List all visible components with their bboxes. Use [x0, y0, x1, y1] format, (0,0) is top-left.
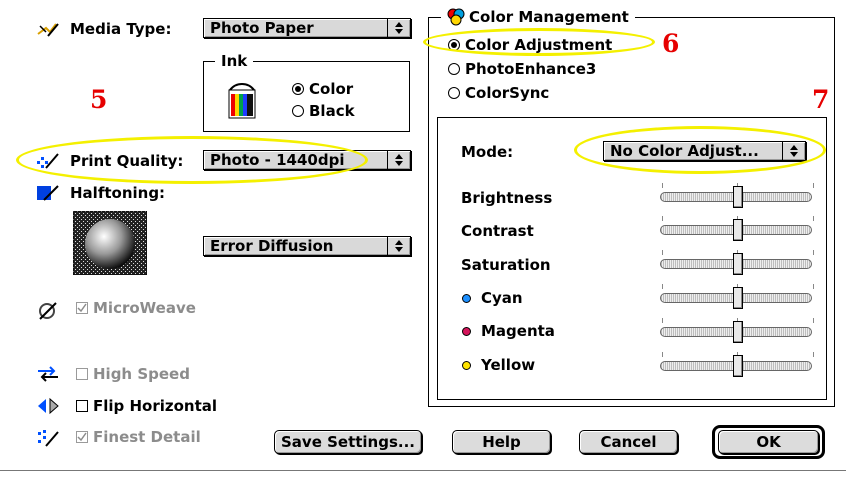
photoenhance3-label[interactable]: PhotoEnhance3	[465, 60, 596, 78]
slider-thumb[interactable]	[733, 321, 743, 343]
magenta-slider[interactable]	[658, 318, 818, 344]
slider-tick	[662, 352, 663, 357]
print-quality-highlight	[16, 136, 368, 184]
slider-tick	[813, 216, 814, 221]
ink-bottle-icon	[228, 83, 256, 119]
ink-color-label[interactable]: Color	[309, 80, 353, 98]
slider-thumb[interactable]	[733, 355, 743, 377]
yellow-label: Yellow	[481, 356, 536, 374]
slider-tick	[662, 250, 663, 255]
microweave-checkbox[interactable]	[76, 302, 88, 314]
colorsync-label[interactable]: ColorSync	[465, 84, 549, 102]
mode-label: Mode:	[461, 143, 514, 161]
slider-tick	[813, 250, 814, 255]
media-type-icon	[37, 23, 59, 37]
finest-detail-label: Finest Detail	[93, 428, 201, 446]
finest-detail-icon	[38, 430, 59, 447]
help-button[interactable]: Help	[452, 430, 551, 454]
flip-horizontal-checkbox[interactable]	[76, 400, 88, 412]
halftoning-popup[interactable]: Error Diffusion	[203, 236, 411, 256]
slider-tick	[662, 318, 663, 323]
halftoning-value: Error Diffusion	[210, 237, 334, 255]
annotation-7: 7	[812, 85, 830, 114]
color-management-icon	[447, 8, 465, 26]
magenta-label: Magenta	[481, 322, 555, 340]
popup-arrows-icon	[387, 19, 410, 37]
ink-black-label[interactable]: Black	[309, 102, 355, 120]
slider-tick	[662, 183, 663, 188]
yellow-dot-icon	[462, 361, 471, 370]
ink-black-radio[interactable]	[292, 105, 304, 117]
contrast-label: Contrast	[461, 222, 534, 240]
popup-arrows-icon	[387, 151, 410, 169]
flip-horizontal-icon	[38, 397, 59, 415]
slider-tick	[813, 284, 814, 289]
high-speed-label: High Speed	[93, 365, 190, 383]
halftoning-label: Halftoning:	[70, 184, 166, 202]
annotation-5: 5	[90, 85, 108, 114]
ok-button[interactable]: OK	[718, 430, 819, 454]
magenta-dot-icon	[462, 327, 471, 336]
slider-thumb[interactable]	[733, 287, 743, 309]
slider-thumb[interactable]	[733, 253, 743, 275]
cyan-dot-icon	[462, 294, 471, 303]
slider-tick	[813, 183, 814, 188]
bottom-divider	[0, 470, 846, 471]
save-settings-button[interactable]: Save Settings...	[274, 430, 422, 454]
annotation-6: 6	[662, 29, 680, 58]
brightness-label: Brightness	[461, 189, 553, 207]
microweave-label: MicroWeave	[93, 299, 196, 317]
color-management-title: Color Management	[469, 8, 629, 26]
halftone-preview-icon	[73, 211, 147, 275]
ink-group-title: Ink	[215, 52, 254, 70]
brightness-slider[interactable]	[658, 183, 818, 209]
slider-tick	[813, 352, 814, 357]
mode-highlight	[574, 126, 826, 174]
color-adjustment-highlight	[423, 28, 655, 56]
halftoning-icon	[37, 185, 59, 201]
high-speed-checkbox[interactable]	[76, 368, 88, 380]
microweave-icon	[39, 302, 57, 320]
slider-tick	[662, 216, 663, 221]
slider-tick	[662, 284, 663, 289]
cyan-label: Cyan	[481, 289, 523, 307]
slider-tick	[813, 318, 814, 323]
colorsync-radio[interactable]	[448, 87, 460, 99]
media-type-popup[interactable]: Photo Paper	[203, 18, 411, 38]
slider-thumb[interactable]	[733, 186, 743, 208]
color-management-header: Color Management	[441, 7, 635, 27]
media-type-label: Media Type:	[70, 20, 172, 38]
contrast-slider[interactable]	[658, 216, 818, 242]
ink-color-radio[interactable]	[292, 83, 304, 95]
media-type-value: Photo Paper	[210, 19, 314, 37]
saturation-slider[interactable]	[658, 250, 818, 276]
finest-detail-checkbox[interactable]	[76, 431, 88, 443]
high-speed-icon	[38, 366, 58, 382]
slider-thumb[interactable]	[733, 219, 743, 241]
cyan-slider[interactable]	[658, 284, 818, 310]
yellow-slider[interactable]	[658, 352, 818, 378]
saturation-label: Saturation	[461, 256, 551, 274]
flip-horizontal-label[interactable]: Flip Horizontal	[93, 397, 217, 415]
photoenhance3-radio[interactable]	[448, 63, 460, 75]
cancel-button[interactable]: Cancel	[579, 430, 678, 454]
popup-arrows-icon	[387, 237, 410, 255]
